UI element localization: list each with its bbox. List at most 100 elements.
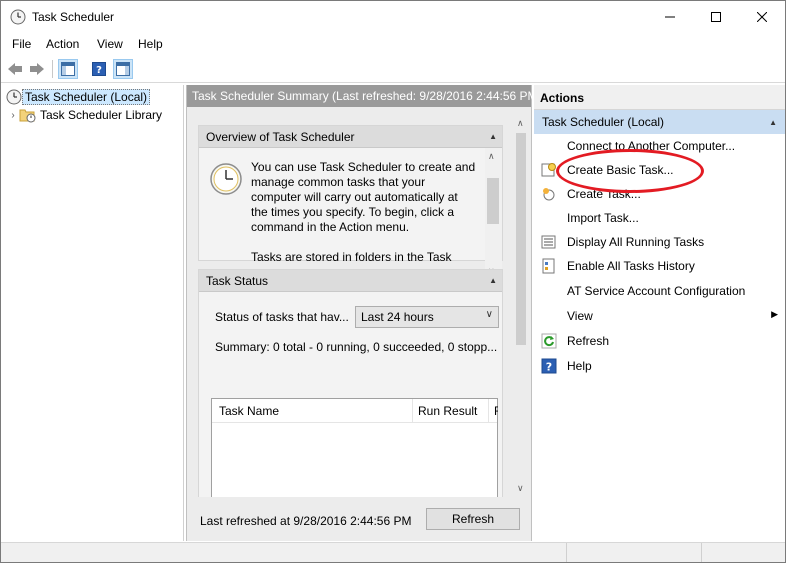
status-bar-separator (566, 543, 567, 562)
overview-body: You can use Task Scheduler to create and… (199, 148, 485, 278)
show-hide-action-pane-button[interactable] (113, 59, 133, 79)
action-label: Import Task... (567, 211, 639, 225)
column-run-result[interactable]: Run Result (418, 404, 477, 418)
status-summary: Summary: 0 total - 0 running, 0 succeede… (215, 340, 498, 354)
title-bar: Task Scheduler (1, 1, 785, 33)
folder-clock-icon (19, 109, 36, 123)
collapse-up-icon[interactable]: ▲ (489, 276, 497, 285)
column-divider[interactable] (488, 399, 489, 423)
action-label: Enable All Tasks History (567, 259, 695, 273)
summary-footer: Last refreshed at 9/28/2016 2:44:56 PM R… (187, 497, 531, 541)
help-icon: ? (541, 358, 557, 374)
overview-line: computer will carry out automatically at (251, 190, 458, 204)
action-display-running-tasks[interactable]: Display All Running Tasks (534, 231, 785, 253)
svg-text:?: ? (546, 361, 552, 374)
actions-pane: Actions Task Scheduler (Local) ▲ Connect… (534, 85, 785, 541)
section-title: Task Status (206, 274, 269, 288)
scroll-down-icon[interactable]: ∨ (517, 483, 524, 494)
close-icon (757, 12, 767, 22)
action-refresh[interactable]: Refresh (534, 330, 785, 352)
create-basic-task-icon (541, 163, 556, 177)
menu-help[interactable]: Help (138, 37, 163, 51)
close-button[interactable] (739, 1, 785, 33)
back-arrow-icon (8, 63, 22, 75)
action-at-service-config[interactable]: AT Service Account Configuration (534, 280, 785, 302)
overview-line: command in the Action menu. (251, 220, 410, 234)
tree-item-task-scheduler-library[interactable]: › Task Scheduler Library (7, 106, 165, 124)
action-label: AT Service Account Configuration (567, 284, 746, 298)
maximize-button[interactable] (693, 1, 739, 33)
clock-app-icon (10, 9, 26, 25)
tasks-history-icon (542, 258, 555, 274)
overview-line: You can use Task Scheduler to create and (251, 160, 476, 174)
forward-button[interactable] (27, 59, 47, 79)
action-view-submenu[interactable]: View ▶ (534, 305, 785, 327)
refresh-button[interactable]: Refresh (426, 508, 520, 530)
show-hide-console-tree-button[interactable] (58, 59, 78, 79)
refresh-icon (541, 333, 557, 349)
scroll-thumb[interactable] (487, 178, 499, 224)
help-icon: ? (92, 62, 106, 76)
scroll-up-icon[interactable]: ∧ (517, 118, 524, 129)
toolbar-separator (52, 60, 53, 78)
action-help[interactable]: ? Help (534, 355, 785, 377)
overview-line: the times you specify. To begin, click a (251, 205, 454, 219)
large-clock-icon (210, 163, 242, 195)
menu-file[interactable]: File (12, 37, 31, 51)
maximize-icon (711, 12, 721, 22)
action-connect-computer[interactable]: Connect to Another Computer... (534, 135, 785, 157)
summary-scrollbar[interactable]: ∧ ∨ (513, 115, 529, 497)
clock-icon (6, 89, 22, 105)
menu-action[interactable]: Action (46, 37, 79, 51)
tree-label: Task Scheduler (Local) (22, 89, 151, 105)
menu-view[interactable]: View (97, 37, 123, 51)
overview-line: Tasks are stored in folders in the Task (251, 250, 452, 264)
collapse-up-icon[interactable]: ▲ (769, 118, 777, 127)
action-label: Connect to Another Computer... (567, 139, 736, 153)
console-tree-icon (61, 62, 75, 76)
minimize-button[interactable] (647, 1, 693, 33)
overview-scrollbar[interactable]: ∧ ∨ (485, 148, 502, 278)
tree-label: Task Scheduler Library (40, 108, 163, 122)
back-button[interactable] (5, 59, 25, 79)
actions-title: Actions (534, 85, 785, 110)
action-import-task[interactable]: Import Task... (534, 207, 785, 229)
action-label: Create Basic Task... (567, 163, 674, 177)
chevron-down-icon: ∨ (485, 309, 493, 320)
table-header: Task Name Run Result R (212, 399, 498, 423)
action-pane-icon (116, 62, 130, 76)
forward-arrow-icon (30, 63, 44, 75)
scroll-thumb[interactable] (516, 133, 526, 345)
overview-line: manage common tasks that your (251, 175, 426, 189)
task-scheduler-window: Task Scheduler File Action View Help ? T… (0, 0, 786, 563)
last-refreshed-text: Last refreshed at 9/28/2016 2:44:56 PM (200, 514, 412, 528)
overview-section-header[interactable]: Overview of Task Scheduler ▲ (199, 126, 502, 148)
collapse-up-icon[interactable]: ▲ (489, 132, 497, 141)
scroll-up-icon[interactable]: ∧ (488, 151, 495, 162)
section-title: Overview of Task Scheduler (206, 130, 355, 144)
help-toolbar-button[interactable]: ? (89, 59, 109, 79)
summary-header: Task Scheduler Summary (Last refreshed: … (187, 85, 542, 107)
column-task-name[interactable]: Task Name (219, 404, 279, 418)
task-status-section-header[interactable]: Task Status ▲ (199, 270, 502, 292)
running-tasks-icon (541, 235, 556, 249)
toolbar: ? (1, 56, 785, 83)
status-bar-separator (701, 543, 702, 562)
column-truncated[interactable]: R (494, 404, 498, 418)
column-divider[interactable] (412, 399, 413, 423)
actions-group-header[interactable]: Task Scheduler (Local) ▲ (534, 110, 785, 134)
status-filter-label: Status of tasks that hav... (215, 310, 349, 324)
console-tree: Task Scheduler (Local) › Task Scheduler … (1, 85, 184, 541)
submenu-arrow-icon: ▶ (771, 309, 778, 319)
overview-line (251, 235, 481, 250)
tree-item-task-scheduler-local[interactable]: Task Scheduler (Local) (6, 88, 151, 106)
task-status-table[interactable]: Task Name Run Result R (211, 398, 498, 508)
status-range-select[interactable]: Last 24 hours ∨ (355, 306, 499, 328)
overview-text: You can use Task Scheduler to create and… (251, 160, 481, 265)
group-title: Task Scheduler (Local) (542, 115, 665, 129)
action-enable-tasks-history[interactable]: Enable All Tasks History (534, 255, 785, 277)
action-create-task[interactable]: Create Task... (534, 183, 785, 205)
expand-chevron-icon[interactable]: › (7, 110, 19, 121)
svg-text:?: ? (96, 65, 102, 76)
action-create-basic-task[interactable]: Create Basic Task... (534, 159, 785, 181)
